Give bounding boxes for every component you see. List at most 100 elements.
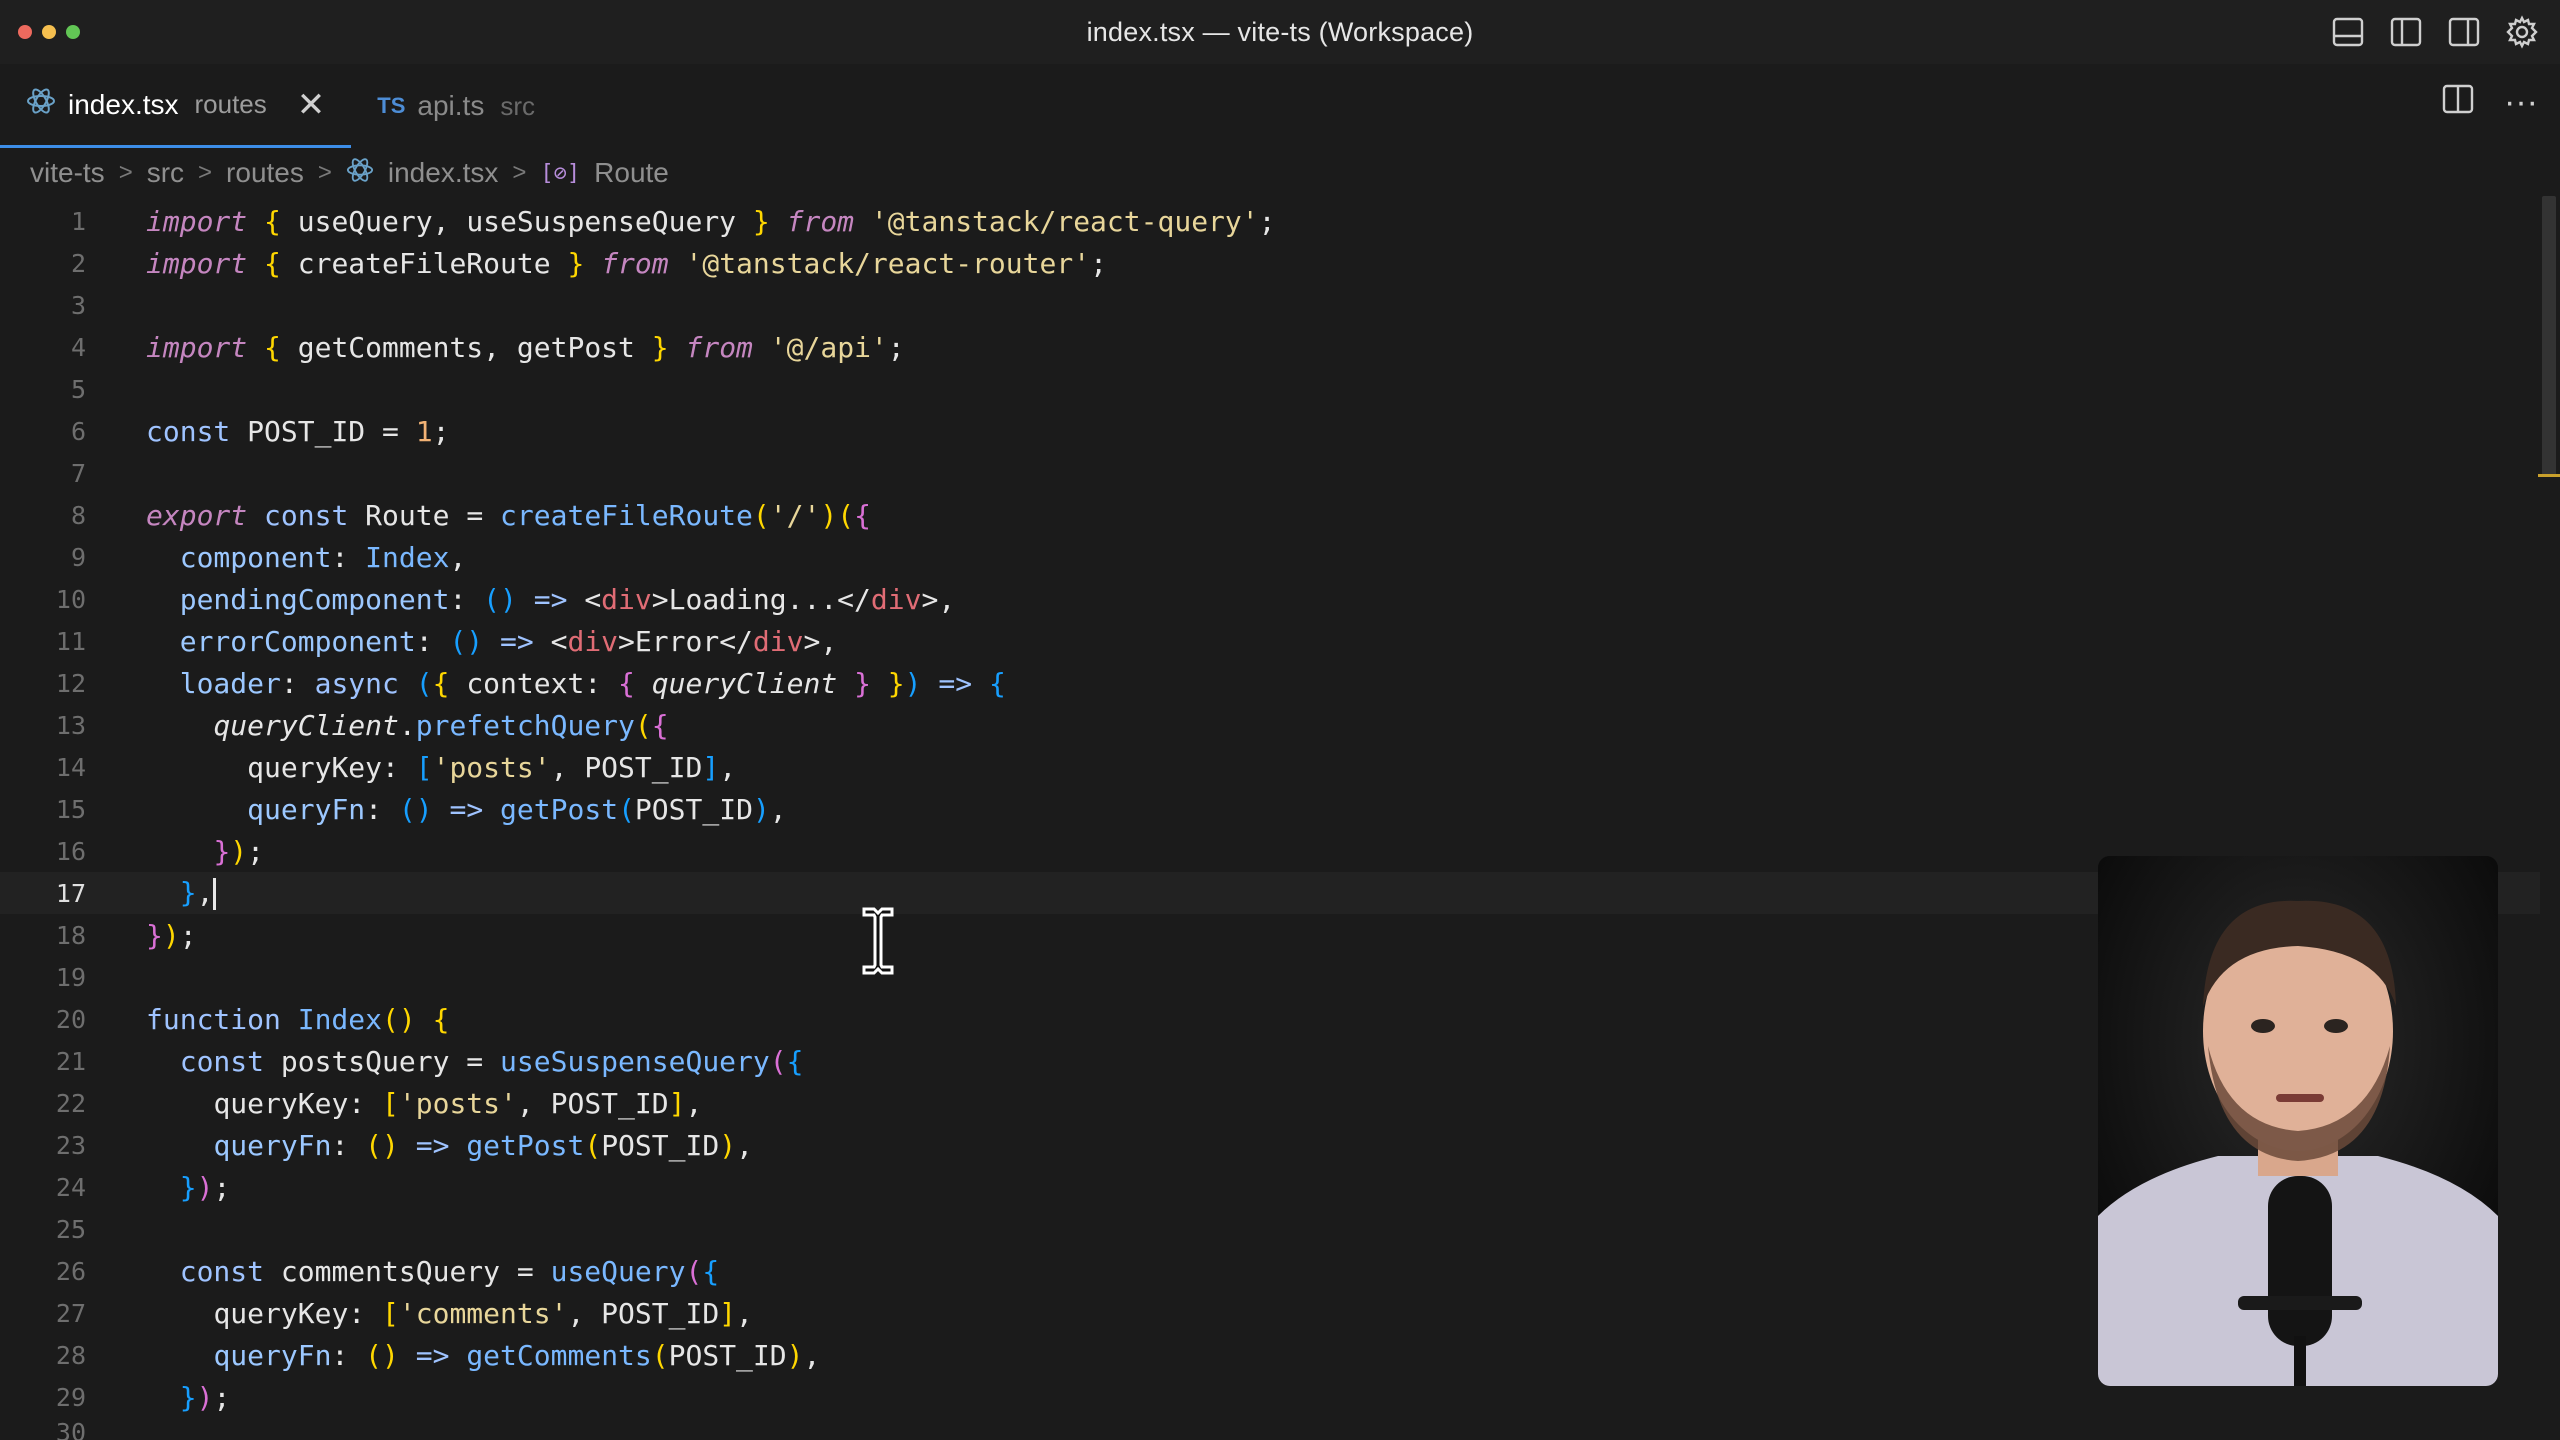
breadcrumb-item-routes[interactable]: routes [226, 157, 304, 189]
variable-symbol-icon: [⊘] [540, 160, 581, 186]
code-token: ] [702, 750, 720, 784]
code-token: : [415, 624, 450, 658]
code-token: import [146, 330, 248, 364]
code-token: } [887, 666, 905, 700]
tab-index-tsx[interactable]: index.tsx routes ✕ [0, 64, 352, 148]
code-token: POST_ID = [230, 414, 416, 448]
code-token: : [331, 1128, 366, 1162]
code-token: , [449, 540, 467, 574]
chevron-right-icon: > [317, 159, 332, 186]
code-token: ) [820, 498, 838, 532]
code-token: 'posts' [432, 750, 551, 784]
code-token: POST_ID [634, 792, 753, 826]
line-number: 24 [55, 1172, 86, 1202]
breadcrumb-item-file[interactable]: index.tsx [388, 157, 499, 189]
code-token: useSuspenseQuery [466, 204, 737, 238]
line-number: 15 [55, 794, 86, 824]
code-token: ] [719, 1296, 737, 1330]
code-token: ( [634, 708, 652, 742]
line-number: 8 [70, 500, 86, 530]
breadcrumb-item-symbol[interactable]: Route [594, 157, 669, 189]
split-editor-icon[interactable] [2442, 84, 2474, 119]
code-line: 7 [0, 452, 2540, 494]
close-icon[interactable]: ✕ [297, 85, 326, 125]
line-number: 10 [55, 584, 86, 614]
code-line: 9 component: Index, [0, 536, 2540, 578]
code-token: useQuery [550, 1254, 686, 1288]
breadcrumb-item-workspace[interactable]: vite-ts [30, 157, 105, 189]
code-token: const [264, 498, 349, 532]
line-number: 5 [70, 374, 86, 404]
code-token: () [382, 1002, 416, 1036]
code-token: } [550, 246, 602, 280]
line-number: 19 [55, 962, 86, 992]
tab-label: api.ts [417, 90, 485, 121]
code-token: queryClient [651, 666, 838, 700]
code-token: errorComponent [179, 624, 416, 658]
code-token: : [331, 1338, 366, 1372]
code-token: ; [1090, 246, 1107, 280]
tab-label: index.tsx [68, 88, 179, 120]
code-token: function [146, 1002, 281, 1036]
code-token: ( [618, 792, 635, 826]
toggle-primary-sidebar-icon[interactable] [2388, 14, 2424, 50]
code-token: getComments [466, 1338, 652, 1372]
code-line: 4 import { getComments, getPost } from '… [0, 326, 2540, 368]
code-token: ; [179, 918, 197, 952]
tab-api-ts[interactable]: TS api.ts src [351, 64, 561, 148]
code-token: } [213, 834, 231, 868]
code-token: [ [382, 1296, 399, 1330]
code-token: , POST_ID [567, 1296, 720, 1330]
code-token: } [179, 1170, 197, 1204]
code-token: { [247, 330, 298, 364]
toggle-secondary-sidebar-icon[interactable] [2446, 14, 2482, 50]
code-token: : [348, 1296, 383, 1330]
code-token: < [584, 582, 602, 616]
code-token: ( [651, 1338, 669, 1372]
minimize-window-button[interactable] [42, 25, 56, 39]
code-token: ) [196, 1170, 214, 1204]
line-number: 11 [55, 626, 86, 656]
code-token: => [398, 1338, 467, 1372]
code-token: getComments [297, 330, 484, 364]
line-number: 4 [70, 332, 86, 362]
code-token: from [786, 204, 855, 238]
code-token: => [432, 792, 501, 826]
code-token: commentsQuery = [264, 1254, 551, 1288]
code-token: useQuery [297, 204, 433, 238]
scrollbar-thumb[interactable] [2542, 196, 2556, 476]
code-token: getPost [466, 1128, 585, 1162]
code-token: { [247, 246, 298, 280]
more-actions-icon[interactable]: ··· [2504, 85, 2538, 119]
code-token: ; [1258, 204, 1276, 238]
gear-icon[interactable] [2504, 14, 2540, 50]
code-token: createFileRoute [297, 246, 551, 280]
code-token: } [179, 876, 197, 909]
code-line: 13 queryClient.prefetchQuery({ [0, 704, 2540, 746]
code-token: . [398, 708, 416, 742]
breadcrumb-item-src[interactable]: src [147, 157, 184, 189]
code-token: getPost [516, 330, 635, 364]
maximize-window-button[interactable] [66, 25, 80, 39]
editor-scrollbar[interactable] [2538, 196, 2560, 1440]
code-line: 3 [0, 284, 2540, 326]
code-token: , [736, 1128, 753, 1162]
code-token: queryFn [213, 1338, 332, 1372]
toggle-panel-icon[interactable] [2330, 14, 2366, 50]
code-token: ) [162, 918, 180, 952]
code-token: queryKey [213, 1296, 349, 1330]
code-token: Route = [348, 498, 501, 532]
code-token: , [769, 792, 787, 826]
code-token: { [432, 666, 450, 700]
code-token: from [685, 330, 753, 364]
text-caret [213, 878, 217, 910]
layout-controls [2330, 14, 2540, 50]
code-token: : [280, 666, 315, 700]
close-window-button[interactable] [18, 25, 32, 39]
